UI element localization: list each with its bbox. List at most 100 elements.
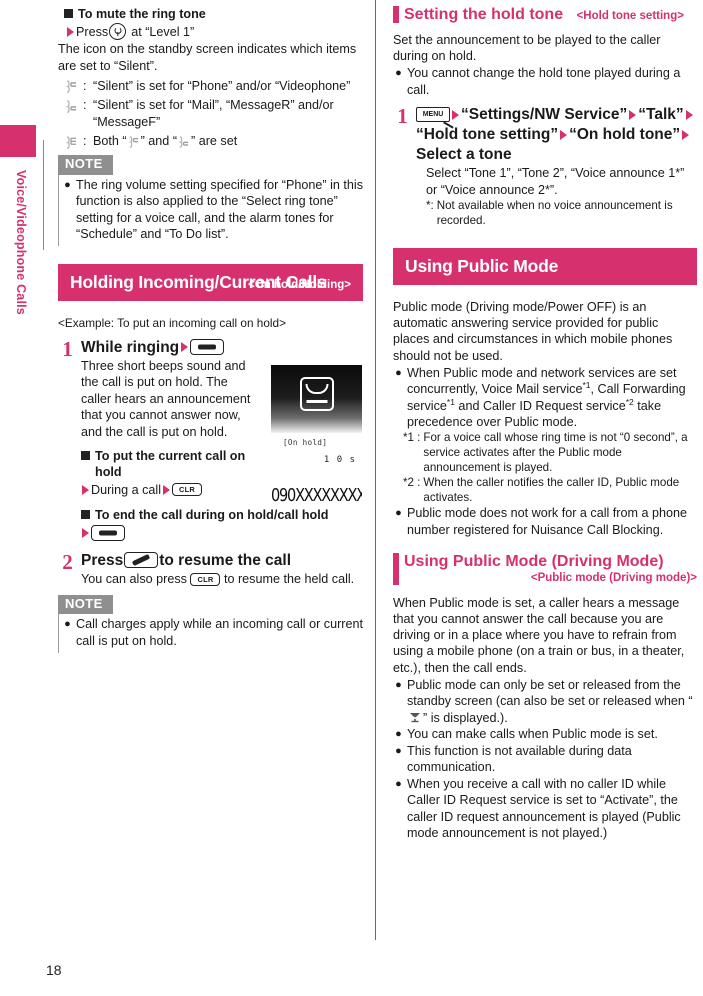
note-side-rule — [43, 140, 44, 250]
menu-path-item-1: “Settings/NW Service” — [461, 106, 628, 124]
list-item: ● When you receive a call with no caller… — [393, 776, 697, 842]
bullet-dot-icon: ● — [395, 777, 402, 790]
triangle-right-icon — [560, 129, 568, 140]
silent-legend-text-1: “Silent” is set for “Phone” and/or “Vide… — [93, 78, 351, 93]
legend-separator-2: : — [83, 98, 87, 113]
bullet-dot-icon: ● — [395, 727, 402, 740]
note-item-text: The ring volume setting specified for “P… — [76, 177, 363, 242]
soft-key-down-icon — [109, 23, 127, 41]
step-2-number: 2 — [62, 549, 73, 574]
step-2-body: You can also press CLR to resume the hel… — [81, 571, 363, 587]
hold-tone-subtitle: <Hold tone setting> — [576, 10, 684, 22]
public-mode-footnote-1: *1 : For a voice call whose ring time is… — [403, 430, 697, 475]
hold-tone-intro: Set the announcement to be played to the… — [393, 33, 661, 64]
public-mode-bullets: ● When Public mode and network services … — [393, 365, 697, 538]
step-1-sub-action-2 — [81, 524, 363, 541]
mute-action-line: Press at “Level 1” — [66, 23, 363, 41]
list-item: ● You can make calls when Public mode is… — [393, 726, 697, 743]
footnote-marker-2: *1 — [446, 396, 455, 407]
bullet-text: Public mode does not work for a call fro… — [407, 506, 688, 537]
bullet-dot-icon: ● — [395, 678, 402, 691]
footnote-key: *1 : — [403, 431, 421, 445]
bullet-dot-icon: ● — [395, 507, 402, 520]
public-mode-indicator-icon — [407, 711, 423, 725]
column-divider — [375, 0, 376, 940]
triangle-right-icon — [629, 109, 637, 120]
right-column: Setting the hold tone <Hold tone setting… — [393, 0, 703, 842]
handset-shape — [305, 383, 328, 394]
step-1-sub-heading-1: To put the current call on hold — [81, 448, 251, 481]
mute-action-verb: Press — [76, 24, 109, 39]
left-column: To mute the ring tone Press at “Level 1”… — [58, 0, 369, 654]
bullet-text: You cannot change the hold tone played d… — [407, 66, 681, 97]
step-1: 1 [On hold] 1 0 s 090XXXXXXXXX While rin… — [58, 338, 363, 541]
silent-legend-row-2: : “Silent” is set for “Mail”, “MessageR”… — [64, 97, 363, 130]
silent-legend-row-1: : “Silent” is set for “Phone” and/or “Vi… — [64, 78, 363, 94]
bullet-dot-icon: ● — [395, 744, 402, 757]
step-2-title-prefix: Press — [81, 551, 124, 569]
square-bullet-icon — [81, 510, 90, 520]
hold-tone-step-1-title: MENU “Settings/NW Service” “Talk” “Hold … — [416, 105, 697, 164]
list-item: ● This function is not available during … — [393, 743, 697, 776]
triangle-right-icon — [163, 484, 170, 495]
screenshot-timer: 1 0 s — [323, 455, 356, 466]
hold-tone-bullets: ● You cannot change the hold tone played… — [393, 65, 697, 98]
step-1-title-text: While ringing — [81, 338, 180, 356]
sub-heading-1-label: To put the current call on hold — [95, 448, 246, 480]
silent-mail-icon — [64, 97, 81, 113]
list-item: ● You cannot change the hold tone played… — [393, 65, 697, 98]
example-line: <Example: To put an incoming call on hol… — [58, 316, 286, 331]
sub-action-1-text: During a call — [91, 482, 161, 497]
list-item: ● When Public mode and network services … — [393, 365, 697, 431]
end-call-key-icon — [91, 524, 125, 541]
bullet-text: When you receive a call with no caller I… — [407, 776, 681, 840]
footnote-key: *: — [426, 199, 434, 213]
square-bullet-icon — [81, 450, 90, 460]
triangle-right-icon — [82, 527, 89, 538]
call-on-hold-icon — [299, 376, 334, 411]
call-key-icon — [124, 552, 159, 569]
note-body-1: ● The ring volume setting specified for … — [58, 174, 363, 247]
silent-phone-icon — [64, 78, 81, 94]
public-mode-banner-title: Using Public Mode — [405, 256, 559, 277]
banner-subtitle: <On hold/Holding> — [248, 279, 351, 292]
end-call-key-icon — [190, 339, 225, 356]
footnote-text: For a voice call whose ring time is not … — [423, 431, 688, 475]
hold-tone-step-1-number: 1 — [397, 104, 408, 129]
silent-legend-row-3: : Both “” and “” are set — [64, 133, 363, 149]
triangle-right-icon — [82, 484, 89, 495]
footnote-text: When the caller notifies the caller ID, … — [423, 476, 680, 505]
square-bullet-icon — [64, 9, 73, 18]
step-2-body-suffix: to resume the held call. — [223, 571, 355, 586]
bullet-text: Public mode can only be set or released … — [407, 677, 693, 725]
bullet-dot-icon: ● — [395, 67, 402, 80]
note-badge-1: NOTE — [58, 155, 113, 175]
hold-bar-shape — [306, 400, 327, 403]
note-item-text: Call charges apply while an incoming cal… — [76, 617, 363, 648]
bullet-text: You can make calls when Public mode is s… — [407, 726, 658, 741]
driving-mode-title: Using Public Mode (Driving Mode) — [404, 553, 664, 571]
silent-phone-icon-inline — [127, 135, 141, 149]
driving-mode-intro: When Public mode is set, a caller hears … — [393, 595, 685, 675]
screenshot-phone-number: 090XXXXXXXXX — [271, 485, 362, 506]
legend-separator-3: : — [83, 134, 87, 149]
note-block-1: NOTE ● The ring volume setting specified… — [58, 155, 363, 247]
triangle-right-icon — [685, 109, 693, 120]
menu-key-icon: MENU — [416, 107, 450, 123]
silent-mail-icon-inline — [177, 135, 191, 149]
step-1-number: 1 — [62, 336, 73, 361]
bullet-dot-icon: ● — [395, 366, 402, 379]
bullet-part-3: and Caller ID Request service — [454, 398, 626, 413]
manual-page: Voice/Videophone Calls To mute the ring … — [0, 0, 703, 996]
side-tab-label: Voice/Videophone Calls — [14, 170, 28, 315]
menu-path-item-3: “Hold tone setting” — [416, 126, 559, 144]
menu-path-item-4: “On hold tone” — [569, 126, 681, 144]
public-mode-intro: Public mode (Driving mode/Power OFF) is … — [393, 300, 673, 363]
hold-tone-heading: Setting the hold tone <Hold tone setting… — [393, 5, 697, 25]
screenshot-top-area — [271, 364, 362, 433]
bullet-dot-icon: ● — [64, 178, 71, 191]
clr-key-icon: CLR — [190, 572, 221, 586]
triangle-right-icon — [181, 342, 189, 353]
sub-heading-2-label: To end the call during on hold/call hold — [95, 508, 329, 523]
note-item: ● Call charges apply while an incoming c… — [62, 616, 363, 649]
